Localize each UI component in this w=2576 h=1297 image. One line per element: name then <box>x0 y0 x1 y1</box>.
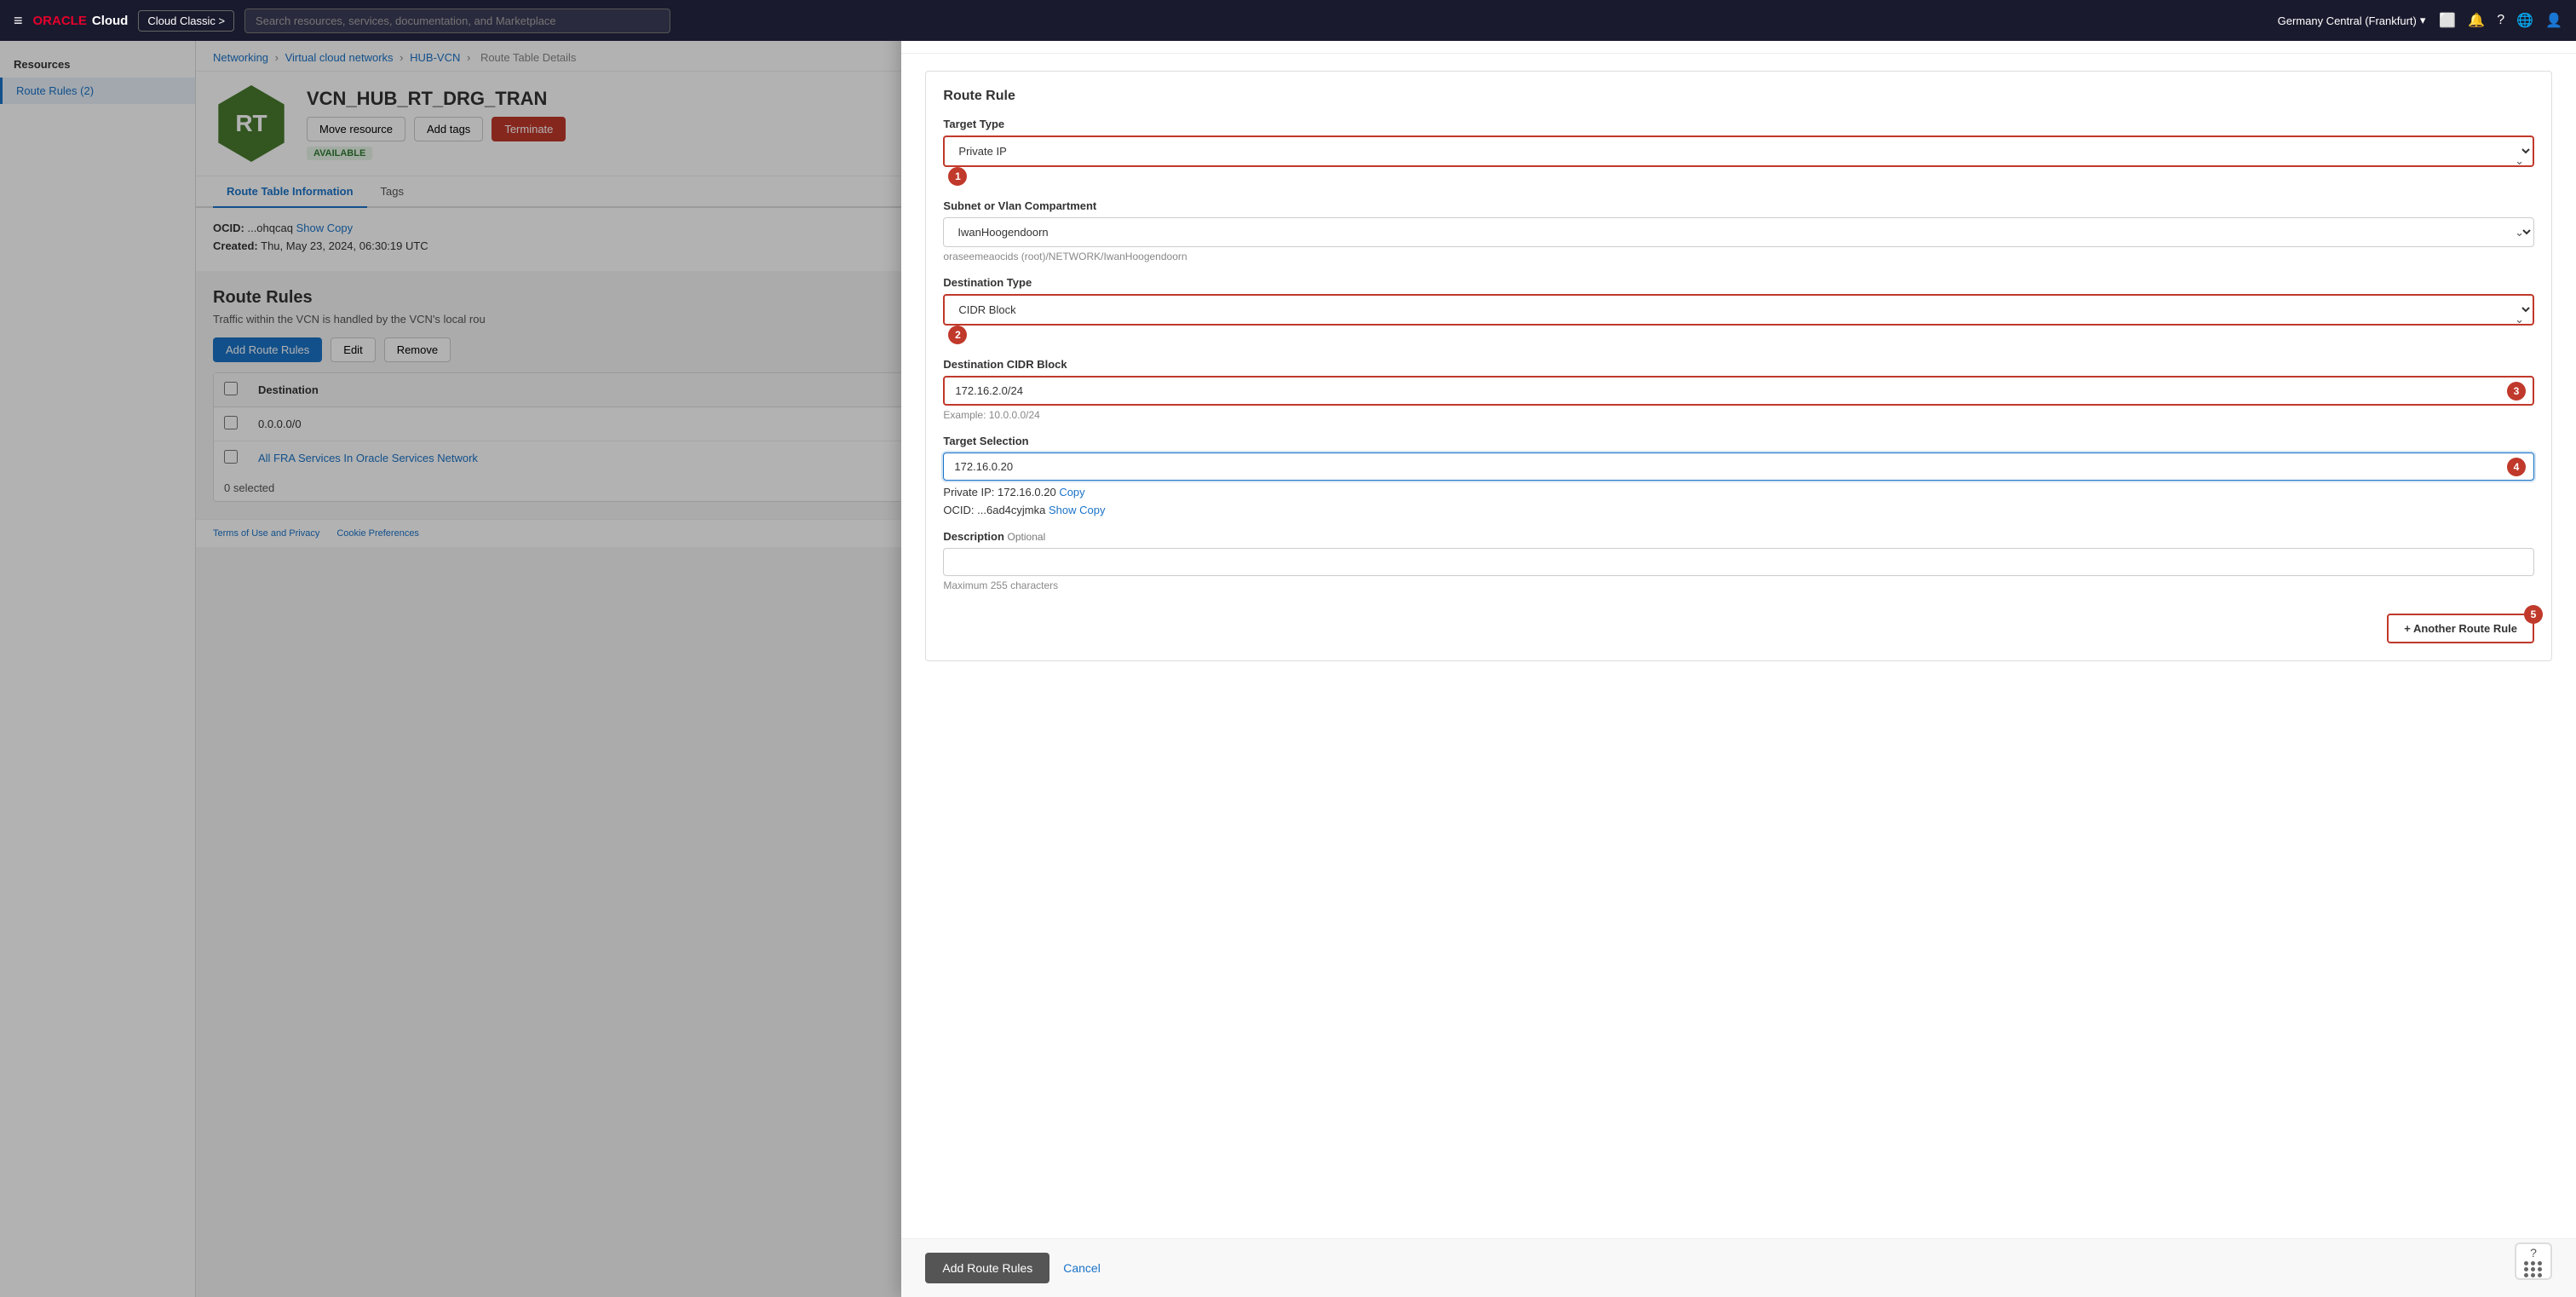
add-route-rules-modal: Add Route Rules Help ✕ Route Rule Target… <box>901 0 2576 1297</box>
dot <box>2538 1267 2542 1271</box>
step-5-badge: 5 <box>2524 605 2543 624</box>
dot <box>2524 1261 2528 1265</box>
target-type-group: Target Type Private IP 1 <box>943 118 2534 186</box>
another-route-rule-button[interactable]: + Another Route Rule <box>2387 614 2534 643</box>
target-selection-input-wrapper: 4 <box>943 453 2534 481</box>
target-selection-input[interactable] <box>943 453 2534 481</box>
nav-right: Germany Central (Frankfurt) ▾ ⬜ 🔔 ? 🌐 👤 <box>2278 12 2562 29</box>
destination-type-label: Destination Type <box>943 276 2534 289</box>
search-input[interactable] <box>244 9 670 33</box>
optional-label: Optional <box>1008 531 1046 543</box>
top-navigation: ≡ ORACLE Cloud Cloud Classic > Germany C… <box>0 0 2576 41</box>
dot <box>2531 1273 2535 1277</box>
help-float-icon[interactable]: ? <box>2515 1242 2552 1280</box>
target-type-select-wrapper: Private IP 1 <box>943 135 2534 186</box>
ocid-copy-link[interactable]: Copy <box>1079 504 1105 516</box>
destination-type-select-wrapper: CIDR Block 2 <box>943 294 2534 344</box>
destination-cidr-input-wrapper: 3 <box>943 376 2534 406</box>
oracle-logo: ORACLE Cloud <box>33 14 129 28</box>
chevron-down-icon: ▾ <box>2420 14 2426 27</box>
target-type-label: Target Type <box>943 118 2534 130</box>
step-1-badge: 1 <box>948 167 967 186</box>
description-max-chars: Maximum 255 characters <box>943 579 2534 591</box>
destination-cidr-label: Destination CIDR Block <box>943 358 2534 371</box>
another-rule-wrapper: + Another Route Rule 5 <box>2387 614 2534 643</box>
monitor-icon[interactable]: ⬜ <box>2439 12 2456 29</box>
target-selection-label: Target Selection <box>943 435 2534 447</box>
ocid-info-value: ...6ad4cyjmka <box>977 504 1045 516</box>
cloud-classic-button[interactable]: Cloud Classic > <box>138 10 234 32</box>
dot <box>2531 1261 2535 1265</box>
modal-body: Route Rule Target Type Private IP 1 Subn… <box>901 54 2576 1238</box>
help-icon[interactable]: ? <box>2497 13 2504 28</box>
dot <box>2524 1267 2528 1271</box>
nav-icons: ⬜ 🔔 ? 🌐 👤 <box>2439 12 2562 29</box>
route-rule-card: Route Rule Target Type Private IP 1 Subn… <box>925 71 2552 661</box>
region-selector[interactable]: Germany Central (Frankfurt) ▾ <box>2278 14 2426 27</box>
description-group: Description Optional Maximum 255 charact… <box>943 530 2534 591</box>
dot <box>2538 1261 2542 1265</box>
user-icon[interactable]: 👤 <box>2545 12 2562 29</box>
dot <box>2538 1273 2542 1277</box>
destination-cidr-group: Destination CIDR Block 3 Example: 10.0.0… <box>943 358 2534 421</box>
bell-icon[interactable]: 🔔 <box>2468 12 2485 29</box>
ocid-info: OCID: ...6ad4cyjmka Show Copy <box>943 504 2534 516</box>
ocid-info-label: OCID: <box>943 504 974 516</box>
destination-type-group: Destination Type CIDR Block 2 <box>943 276 2534 344</box>
description-label: Description Optional <box>943 530 2534 543</box>
subnet-compartment-select[interactable]: IwanHoogendoorn <box>943 217 2534 247</box>
subnet-compartment-select-wrapper: IwanHoogendoorn <box>943 217 2534 247</box>
modal-add-route-rules-button[interactable]: Add Route Rules <box>925 1253 1049 1283</box>
destination-type-select[interactable]: CIDR Block <box>943 294 2534 326</box>
target-type-select[interactable]: Private IP <box>943 135 2534 167</box>
region-label: Germany Central (Frankfurt) <box>2278 14 2417 27</box>
destination-cidr-input[interactable] <box>943 376 2534 406</box>
dots-grid <box>2524 1261 2543 1277</box>
private-ip-copy-link[interactable]: Copy <box>1059 486 1084 499</box>
step-2-badge: 2 <box>948 326 967 344</box>
ocid-show-link[interactable]: Show <box>1049 504 1077 516</box>
description-input[interactable] <box>943 548 2534 576</box>
route-rule-card-title: Route Rule <box>943 89 2534 104</box>
private-ip-info: Private IP: 172.16.0.20 Copy <box>943 486 2534 499</box>
hamburger-icon[interactable]: ≡ <box>14 12 23 30</box>
subnet-compartment-label: Subnet or Vlan Compartment <box>943 199 2534 212</box>
step-4-badge: 4 <box>2507 458 2526 476</box>
subnet-compartment-group: Subnet or Vlan Compartment IwanHoogendoo… <box>943 199 2534 262</box>
modal-cancel-button[interactable]: Cancel <box>1063 1261 1101 1275</box>
dot <box>2531 1267 2535 1271</box>
private-ip-value: 172.16.0.20 <box>998 486 1056 499</box>
oracle-text: ORACLE <box>33 14 87 28</box>
step-3-badge: 3 <box>2507 382 2526 401</box>
subnet-compartment-path: oraseemeaocids (root)/NETWORK/IwanHoogen… <box>943 251 2534 262</box>
cloud-text: Cloud <box>92 14 129 28</box>
another-rule-row: + Another Route Rule 5 <box>943 605 2534 643</box>
globe-icon[interactable]: 🌐 <box>2516 12 2533 29</box>
cidr-example: Example: 10.0.0.0/24 <box>943 409 2534 421</box>
private-ip-label: Private IP: <box>943 486 994 499</box>
dot <box>2524 1273 2528 1277</box>
modal-footer: Add Route Rules Cancel <box>901 1238 2576 1297</box>
target-selection-group: Target Selection 4 Private IP: 172.16.0.… <box>943 435 2534 516</box>
